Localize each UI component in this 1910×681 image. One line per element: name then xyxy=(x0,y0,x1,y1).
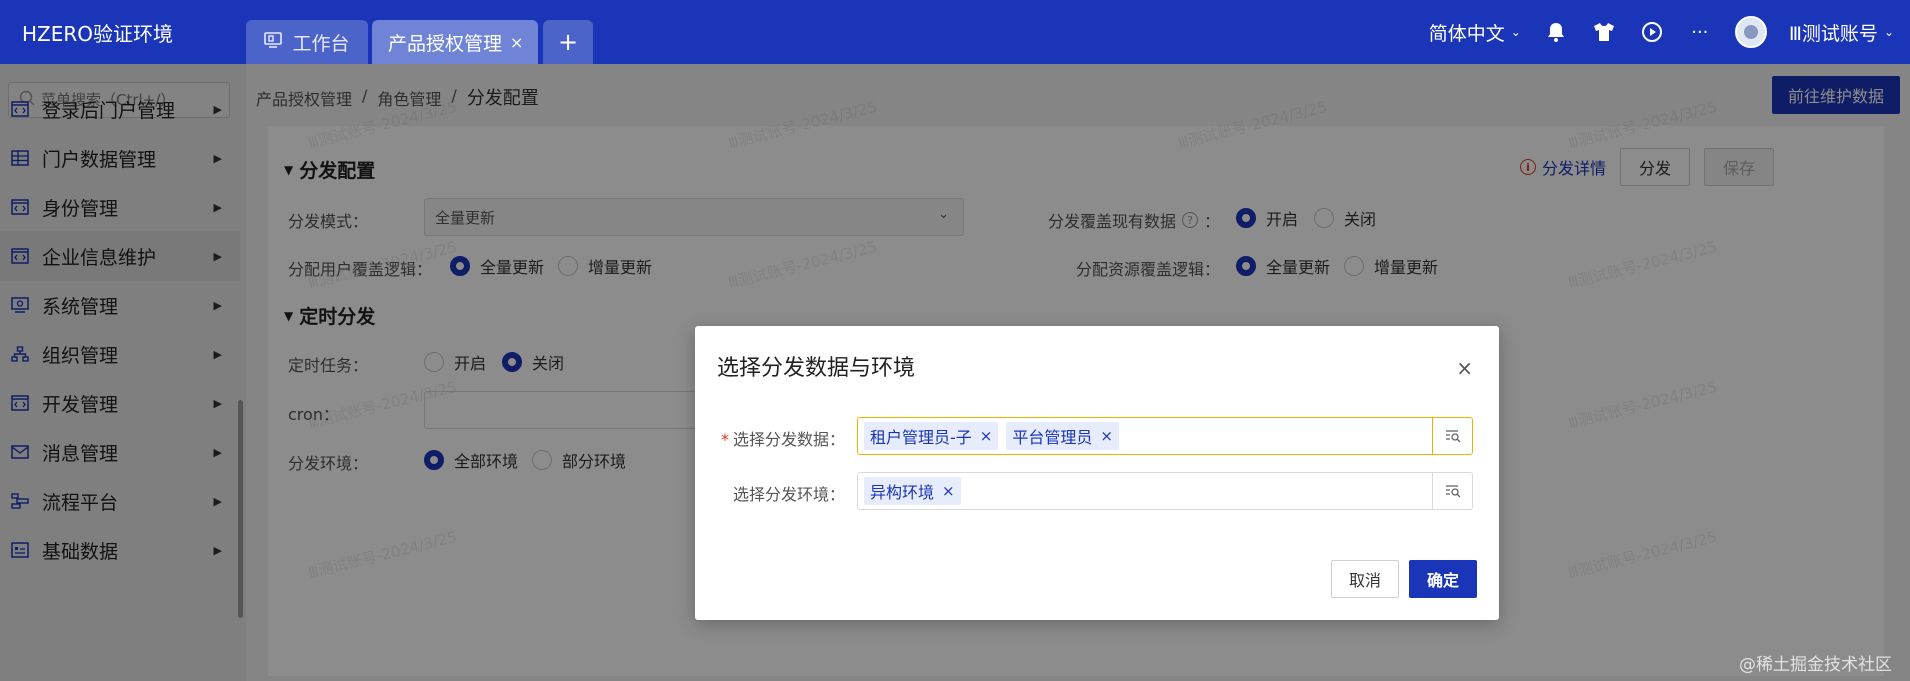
data-tag: 平台管理员 × xyxy=(1006,422,1119,450)
data-label-text: 选择分发数据： xyxy=(732,430,845,449)
lov-search-icon[interactable] xyxy=(1432,418,1472,454)
env-tag: 异构环境 × xyxy=(864,477,961,505)
cancel-button[interactable]: 取消 xyxy=(1331,560,1399,598)
play-circle-icon[interactable] xyxy=(1639,19,1665,45)
data-lov-field[interactable]: 租户管理员-子 × 平台管理员 × xyxy=(857,417,1473,455)
language-select[interactable]: 简体中文 ⌄ xyxy=(1429,19,1521,46)
close-icon[interactable]: × xyxy=(980,427,993,445)
user-name: Ⅲ测试账号 xyxy=(1788,22,1878,45)
footer-watermark: @稀土掘金技术社区 xyxy=(1739,655,1892,675)
chevron-down-icon: ⌄ xyxy=(1883,25,1894,39)
data-tag: 租户管理员-子 × xyxy=(864,422,999,450)
top-header: HZERO验证环境 工作台 产品授权管理 × + 简体中文 ⌄ ··· Ⅲ测试账… xyxy=(0,0,1910,64)
tab-label: 工作台 xyxy=(292,32,350,55)
data-label: * 选择分发数据： xyxy=(695,426,845,450)
more-icon[interactable]: ··· xyxy=(1687,19,1713,45)
add-tab-button[interactable]: + xyxy=(543,20,593,64)
tag-label: 平台管理员 xyxy=(1012,428,1093,447)
close-icon[interactable]: × xyxy=(1456,356,1473,380)
brand-title: HZERO验证环境 xyxy=(22,22,174,46)
header-tools: 简体中文 ⌄ ··· Ⅲ测试账号 ⌄ xyxy=(1429,0,1910,64)
env-label: 选择分发环境： xyxy=(732,485,845,504)
tab-label: 产品授权管理 xyxy=(388,32,503,55)
shirt-icon[interactable] xyxy=(1591,19,1617,45)
avatar[interactable] xyxy=(1734,16,1767,48)
tab-product-auth[interactable]: 产品授权管理 × xyxy=(372,20,538,64)
close-icon[interactable]: × xyxy=(942,482,955,500)
close-icon[interactable]: × xyxy=(1100,427,1113,445)
language-label: 简体中文 xyxy=(1428,22,1505,45)
bell-icon[interactable] xyxy=(1543,19,1569,45)
confirm-button[interactable]: 确定 xyxy=(1409,560,1477,598)
plus-icon: + xyxy=(557,28,579,56)
dialog-title: 选择分发数据与环境 xyxy=(717,356,916,381)
tag-label: 租户管理员-子 xyxy=(870,428,972,447)
user-menu[interactable]: Ⅲ测试账号 ⌄ xyxy=(1789,19,1894,46)
close-icon[interactable]: × xyxy=(510,33,523,52)
monitor-icon xyxy=(264,31,283,53)
required-mark: * xyxy=(720,430,729,449)
select-data-env-dialog: 选择分发数据与环境 × * 选择分发数据： 租户管理员-子 × 平台管理员 × 选… xyxy=(695,326,1499,620)
chevron-down-icon: ⌄ xyxy=(1510,25,1521,39)
tag-label: 异构环境 xyxy=(870,483,935,502)
lov-search-icon[interactable] xyxy=(1432,473,1472,509)
tab-workbench[interactable]: 工作台 xyxy=(246,20,368,64)
env-lov-field[interactable]: 异构环境 × xyxy=(857,472,1473,510)
